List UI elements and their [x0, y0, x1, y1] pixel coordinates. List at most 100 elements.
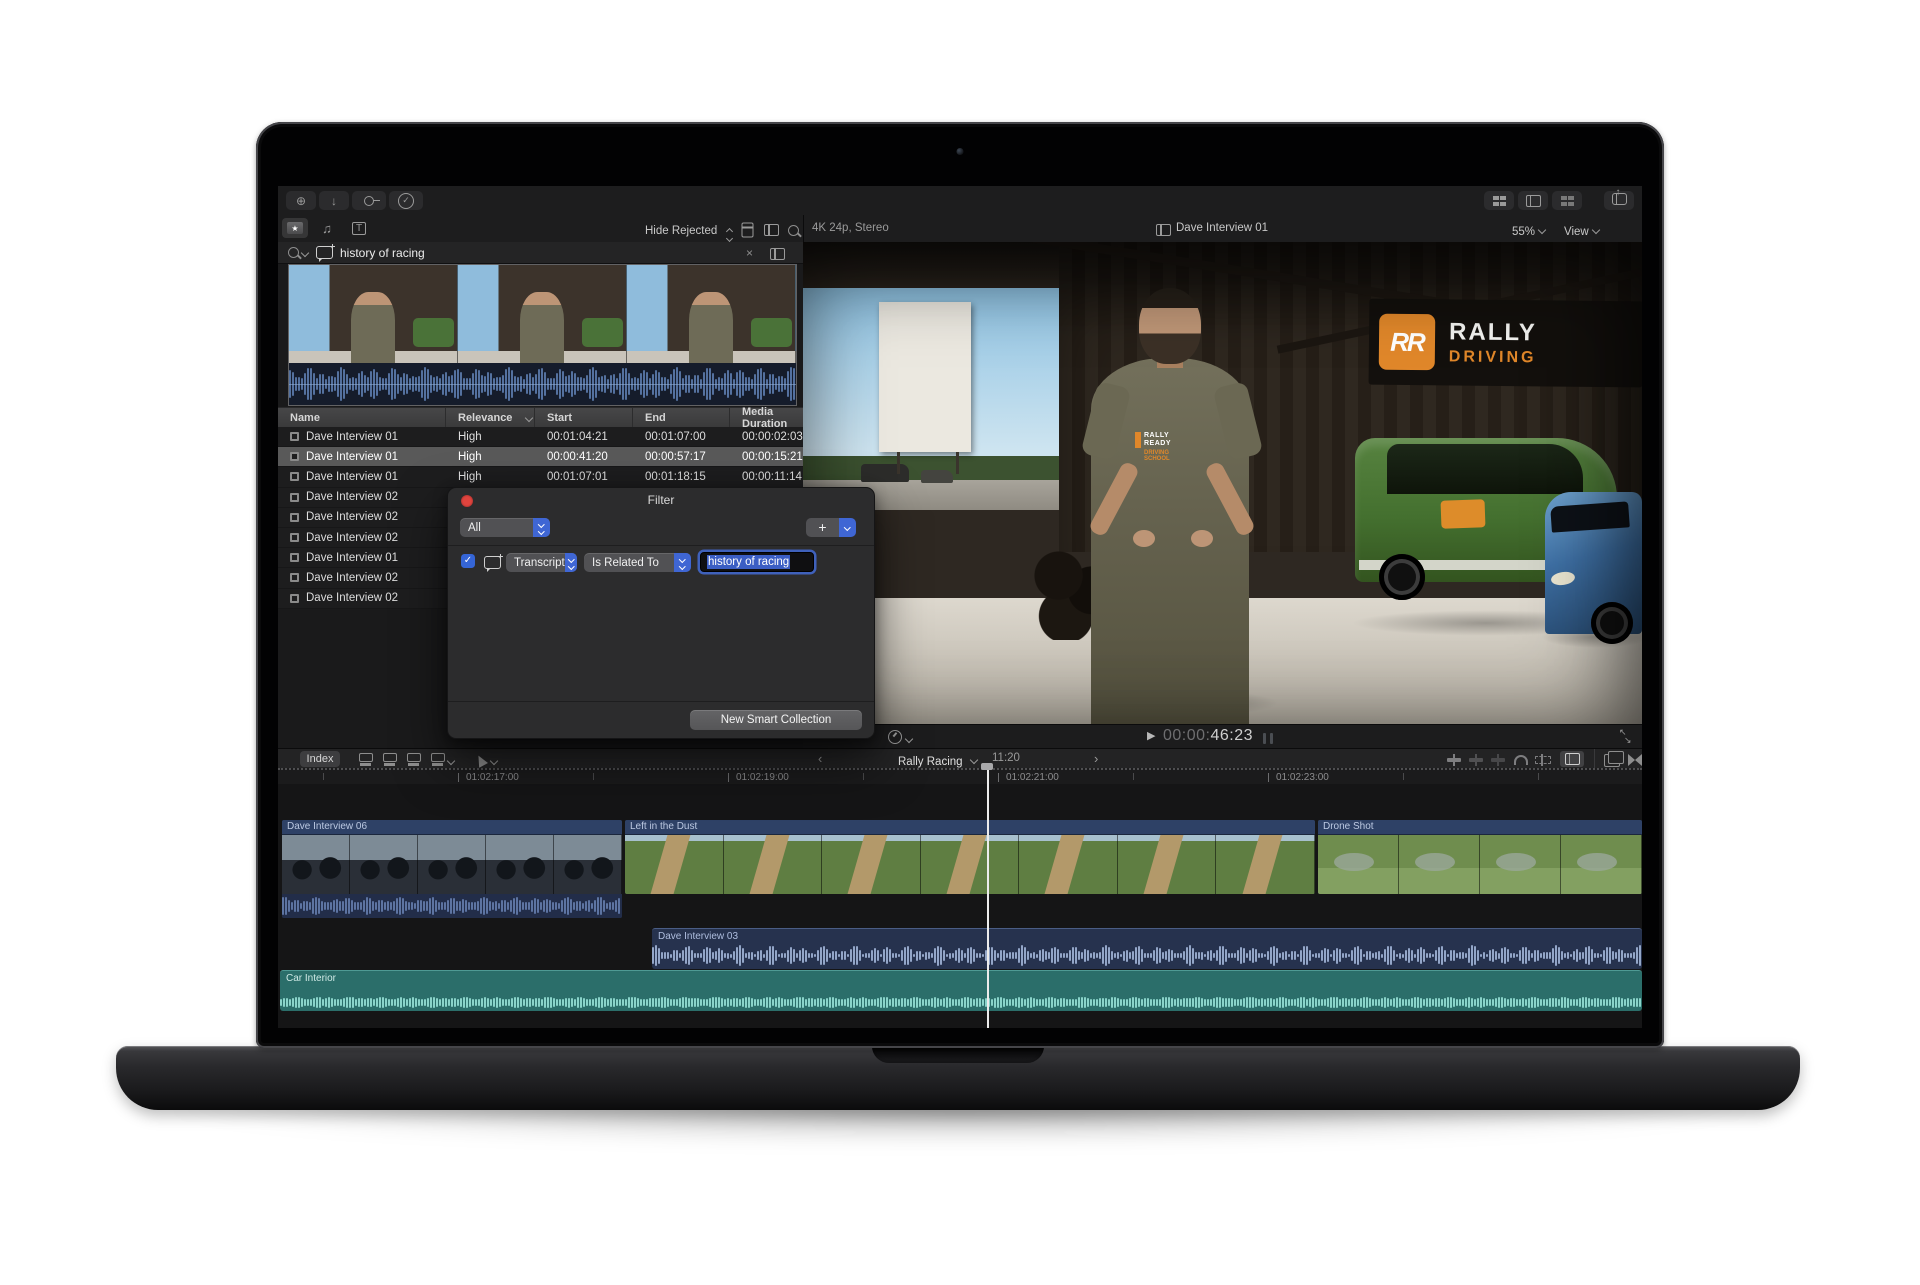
playhead-handle[interactable] — [981, 763, 993, 770]
dialog-title: Filter — [448, 488, 874, 512]
clip-audio-waveform — [282, 894, 622, 918]
tab-audio[interactable]: ♫ — [314, 218, 340, 238]
column-header-start[interactable]: Start — [535, 408, 633, 427]
scope-popup[interactable]: All — [460, 518, 550, 537]
thumbnail-frame — [282, 835, 350, 895]
divider — [448, 545, 874, 546]
stage: ⊕ ↓ ✓ ↑ ★ ♫ T Hide Rejected — [0, 0, 1920, 1285]
expand-icon[interactable]: ↖↘ — [1619, 728, 1632, 744]
thumbnail-frame — [1561, 835, 1642, 894]
clip-appearance-button[interactable] — [1560, 751, 1584, 767]
ruler-minor-tick — [1403, 773, 1404, 780]
trim-icon — [1446, 754, 1462, 766]
viewer-clip-title: Dave Interview 01 — [1176, 222, 1268, 234]
clip-filmstrip-preview[interactable] — [288, 264, 797, 406]
clip-format-info: 4K 24p, Stereo — [812, 222, 889, 234]
rule-type-popup[interactable]: Transcript — [506, 553, 577, 572]
timeline-ruler[interactable]: 01:02:17:00 01:02:19:00 01:02:21:00 01:0… — [278, 768, 1642, 784]
table-header: Name Relevance Start End Media Duration — [278, 407, 803, 428]
grid-icon — [1493, 196, 1506, 206]
filmstrip-view-button[interactable] — [740, 223, 755, 241]
thumbnail-frame — [486, 835, 554, 895]
viewer-zoom-menu[interactable]: 55% — [1512, 222, 1545, 240]
viewer-timecode: 00:00:46:23 — [1163, 727, 1253, 745]
table-row[interactable]: Dave Interview 01 High00:01:04:21 00:01:… — [278, 427, 803, 447]
thumbnail-frame — [921, 835, 1020, 894]
column-header-media-duration[interactable]: Media Duration — [730, 408, 803, 427]
previous-project-button[interactable]: ‹ — [818, 751, 822, 766]
playback-quality-menu[interactable] — [888, 730, 912, 749]
browser-search-button[interactable] — [788, 223, 799, 241]
sort-chevron-icon — [525, 413, 533, 421]
timeline-clip-connected-audio[interactable]: Dave Interview 03 — [652, 928, 1642, 969]
new-smart-collection-button[interactable]: New Smart Collection — [690, 710, 862, 730]
column-header-relevance[interactable]: Relevance — [446, 408, 535, 427]
rule-operator-popup[interactable]: Is Related To — [584, 553, 691, 572]
filter-dialog: Filter All + ✓ Transcript Is Related — [447, 487, 875, 739]
thumbnail-frame — [625, 835, 724, 894]
clip-thumbnails — [1318, 835, 1642, 894]
clip-title: Dave Interview 06 — [282, 820, 622, 835]
search-options-icon[interactable] — [770, 248, 785, 260]
thumbnail-frame — [458, 265, 627, 363]
new-event-button[interactable]: ⊕ — [286, 191, 316, 210]
clip-icon — [290, 452, 299, 461]
keyword-editor-button[interactable] — [352, 191, 386, 210]
clip-icon — [290, 493, 299, 502]
viewer-view-menu[interactable]: View — [1564, 222, 1599, 240]
thumbnail-frame — [1216, 835, 1315, 894]
clip-icon — [290, 594, 299, 603]
share-button[interactable]: ↑ — [1604, 191, 1634, 210]
import-button[interactable]: ↓ — [319, 191, 349, 210]
view-label: View — [1564, 226, 1589, 238]
playhead[interactable] — [987, 768, 989, 1028]
dual-display-button[interactable] — [1552, 191, 1582, 210]
rule-value-input[interactable]: history of racing — [700, 552, 814, 572]
tab-clips[interactable]: ★ — [282, 218, 308, 238]
ruler-label: 01:02:19:00 — [736, 772, 789, 783]
timeline-clip-audio[interactable]: Car Interior — [280, 970, 1642, 1011]
next-project-button[interactable]: › — [1094, 751, 1098, 766]
search-field[interactable]: history of racing × — [278, 242, 803, 264]
background-tasks-button[interactable]: ✓ — [389, 191, 423, 210]
ruler-minor-tick — [1538, 773, 1539, 780]
add-rule-split-button[interactable]: + — [806, 518, 856, 537]
laptop-lid: ⊕ ↓ ✓ ↑ ★ ♫ T Hide Rejected — [256, 122, 1664, 1048]
scope-value: All — [468, 522, 481, 534]
viewer-canvas[interactable]: RR RALLY DRIVING — [803, 242, 1642, 724]
snapping-icon — [1534, 754, 1550, 766]
hide-rejected-filter[interactable]: Hide Rejected — [645, 221, 732, 241]
clear-search-button[interactable]: × — [746, 246, 753, 260]
connect-icon — [358, 753, 373, 766]
timeline-clip-video[interactable]: Dave Interview 06 — [282, 820, 622, 918]
clip-icon — [290, 573, 299, 582]
chevron-down-icon — [970, 756, 978, 764]
add-rule-button[interactable]: + — [806, 518, 839, 537]
chevron-down-icon — [490, 757, 498, 765]
table-row[interactable]: Dave Interview 01 High00:01:07:01 00:01:… — [278, 467, 803, 487]
thumbnail-frame — [1019, 835, 1118, 894]
list-view-icon — [742, 223, 754, 238]
table-row-selected[interactable]: Dave Interview 01 High00:00:41:20 00:00:… — [278, 447, 803, 467]
column-header-end[interactable]: End — [633, 408, 730, 427]
column-header-name[interactable]: Name — [278, 408, 446, 427]
thumbnail-frame — [350, 835, 418, 895]
timeline-clip-video[interactable]: Left in the Dust — [625, 820, 1315, 894]
popup-stepper-icon — [674, 553, 691, 572]
popup-stepper-icon — [533, 518, 550, 537]
play-button[interactable]: ▶ — [1147, 729, 1155, 742]
titles-icon: T — [352, 222, 366, 235]
add-rule-menu[interactable] — [839, 518, 856, 537]
index-button[interactable]: Index — [300, 751, 340, 767]
rule-enabled-checkbox[interactable]: ✓ — [461, 554, 475, 568]
audio-meters[interactable] — [1259, 731, 1273, 749]
tab-titles[interactable]: T — [346, 218, 372, 238]
ruler-label: 01:02:21:00 — [1006, 772, 1059, 783]
organize-layout-button[interactable] — [1518, 191, 1548, 210]
clip-appearance-button[interactable] — [764, 223, 779, 241]
browser-layout-button[interactable] — [1484, 191, 1514, 210]
search-input[interactable]: history of racing — [340, 246, 425, 260]
cursor-arrow-icon — [474, 753, 488, 767]
timeline-clip-video[interactable]: Drone Shot — [1318, 820, 1642, 894]
timeline-tracks: Dave Interview 06 Left in the Dust Drone… — [278, 784, 1642, 1028]
